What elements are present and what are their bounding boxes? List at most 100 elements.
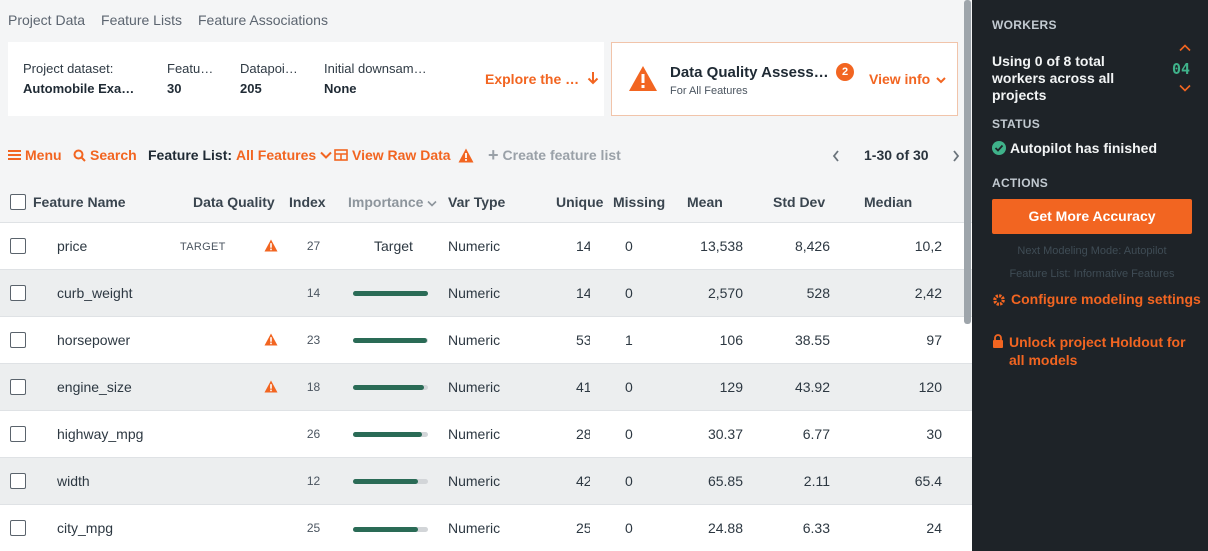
- data-quality-card[interactable]: Data Quality Assess… For All Features 2 …: [611, 42, 958, 116]
- feature-name[interactable]: width: [33, 456, 177, 504]
- data-quality-subtitle: For All Features: [670, 85, 748, 97]
- feature-name[interactable]: highway_mpg: [33, 409, 177, 457]
- downsample-value: None: [324, 81, 357, 96]
- downsample-label: Initial downsam…: [324, 61, 427, 76]
- median-cell: 30: [845, 409, 972, 457]
- importance-bar: [353, 338, 428, 344]
- table-row[interactable]: priceTARGET 27TargetNumeric148013,5388,42…: [0, 221, 972, 269]
- feature-name[interactable]: curb_weight: [33, 268, 177, 316]
- table-row[interactable]: width 12 Numeric42065.852.1165.4: [0, 456, 972, 504]
- chevron-down-icon[interactable]: [1179, 84, 1191, 92]
- view-raw-data-button[interactable]: View Raw Data: [334, 147, 451, 163]
- tab-bar: Project Data Feature Lists Feature Assoc…: [8, 12, 328, 28]
- project-info-card: Project dataset: Automobile Exa… Featu… …: [8, 42, 604, 116]
- data-quality-title: Data Quality Assess…: [670, 64, 829, 81]
- datapoints-field: Datapoi… 205: [240, 61, 298, 96]
- warning-icon[interactable]: [264, 333, 278, 349]
- col-median[interactable]: Median: [845, 182, 972, 222]
- lock-icon: [993, 334, 1003, 348]
- median-cell: 10,2: [845, 221, 972, 269]
- tab-feature-lists[interactable]: Feature Lists: [101, 12, 182, 28]
- table-row[interactable]: curb_weight 14 Numeric14002,5705282,42: [0, 268, 972, 316]
- mean-cell: 106: [665, 315, 745, 363]
- col-std-dev[interactable]: Std Dev: [745, 182, 845, 222]
- row-checkbox[interactable]: [10, 379, 26, 396]
- features-value: 30: [167, 81, 182, 96]
- col-mean[interactable]: Mean: [665, 182, 745, 222]
- worker-sidebar: WORKERS Using 0 of 8 total workers acros…: [972, 0, 1208, 551]
- table-row[interactable]: highway_mpg 26 Numeric28030.376.7730: [0, 409, 972, 457]
- dataset-label: Project dataset:: [23, 61, 114, 76]
- data-quality-cell: [177, 456, 286, 504]
- importance-cell: [341, 456, 438, 504]
- tab-feature-associations[interactable]: Feature Associations: [198, 12, 328, 28]
- row-checkbox[interactable]: [10, 520, 26, 537]
- create-list-label: Create feature list: [502, 147, 621, 163]
- menu-button[interactable]: Menu: [8, 147, 62, 163]
- data-quality-cell: [177, 409, 286, 457]
- table-row[interactable]: engine_size 18 Numeric41012943.92120: [0, 362, 972, 410]
- explore-link[interactable]: Explore the …: [485, 71, 599, 87]
- importance-bar: [353, 291, 428, 297]
- index-cell: 18: [286, 362, 341, 410]
- main-panel: Project Data Feature Lists Feature Assoc…: [0, 0, 972, 551]
- importance-fill: [353, 385, 425, 391]
- unique-cell: 41: [526, 362, 590, 410]
- col-var-type[interactable]: Var Type: [438, 182, 526, 222]
- data-quality-cell: [177, 268, 286, 316]
- table-row[interactable]: city_mpg25Numeric25024.886.3324: [0, 503, 972, 551]
- std-dev-cell: 528: [745, 268, 845, 316]
- row-checkbox[interactable]: [10, 332, 26, 349]
- var-type-cell: Numeric: [438, 456, 526, 504]
- warning-icon: [629, 66, 657, 91]
- row-checkbox[interactable]: [10, 285, 26, 302]
- select-all-checkbox[interactable]: [10, 194, 26, 211]
- missing-cell: 1: [590, 315, 665, 363]
- std-dev-cell: 8,426: [745, 221, 845, 269]
- importance-cell: [341, 315, 438, 363]
- get-more-accuracy-button[interactable]: Get More Accuracy: [992, 199, 1192, 234]
- col-data-quality[interactable]: Data Quality: [177, 182, 286, 222]
- workers-count: 04: [1172, 60, 1191, 78]
- col-unique[interactable]: Unique: [526, 182, 603, 222]
- importance-fill: [353, 526, 419, 532]
- feature-name[interactable]: price: [33, 221, 177, 269]
- issue-count-badge: 2: [836, 63, 854, 81]
- tab-project-data[interactable]: Project Data: [8, 12, 85, 28]
- row-checkbox[interactable]: [10, 473, 26, 490]
- feature-list-selector[interactable]: Feature List: All Features: [148, 147, 332, 163]
- table-row[interactable]: horsepower 23 Numeric53110638.5597: [0, 315, 972, 363]
- view-info-button[interactable]: View info: [869, 71, 946, 87]
- index-cell: 14: [286, 268, 341, 316]
- chevron-left-icon[interactable]: [832, 150, 840, 162]
- missing-cell: 0: [590, 268, 665, 316]
- vertical-scrollbar[interactable]: [964, 0, 971, 324]
- std-dev-cell: 2.11: [745, 456, 845, 504]
- feature-table: Feature Name Data Quality Index Importan…: [0, 182, 972, 551]
- arrow-down-icon: [587, 72, 599, 85]
- unlock-holdout-link[interactable]: Unlock project Holdout for all models: [992, 333, 1192, 369]
- col-index[interactable]: Index: [286, 182, 341, 222]
- row-checkbox[interactable]: [10, 426, 26, 443]
- view-info-label: View info: [869, 71, 931, 87]
- chevron-right-icon[interactable]: [952, 150, 960, 162]
- search-button[interactable]: Search: [73, 147, 137, 163]
- col-feature-name[interactable]: Feature Name: [33, 182, 177, 222]
- chevron-up-icon[interactable]: [1179, 44, 1191, 52]
- index-cell: 26: [286, 409, 341, 457]
- feature-name[interactable]: horsepower: [33, 315, 177, 363]
- importance-label: Importance: [348, 193, 424, 210]
- feature-name[interactable]: city_mpg: [33, 503, 177, 551]
- create-feature-list-button[interactable]: + Create feature list: [488, 146, 621, 164]
- hamburger-icon: [8, 150, 21, 160]
- table-icon: [334, 149, 348, 161]
- warning-icon[interactable]: [264, 380, 278, 396]
- configure-modeling-link[interactable]: Configure modeling settings: [992, 291, 1201, 307]
- col-importance[interactable]: Importance: [341, 182, 438, 222]
- unique-cell: 25: [526, 503, 590, 551]
- warning-icon[interactable]: [264, 239, 278, 255]
- mean-cell: 65.85: [665, 456, 745, 504]
- missing-cell: 0: [590, 503, 665, 551]
- feature-name[interactable]: engine_size: [33, 362, 177, 410]
- row-checkbox[interactable]: [10, 238, 26, 255]
